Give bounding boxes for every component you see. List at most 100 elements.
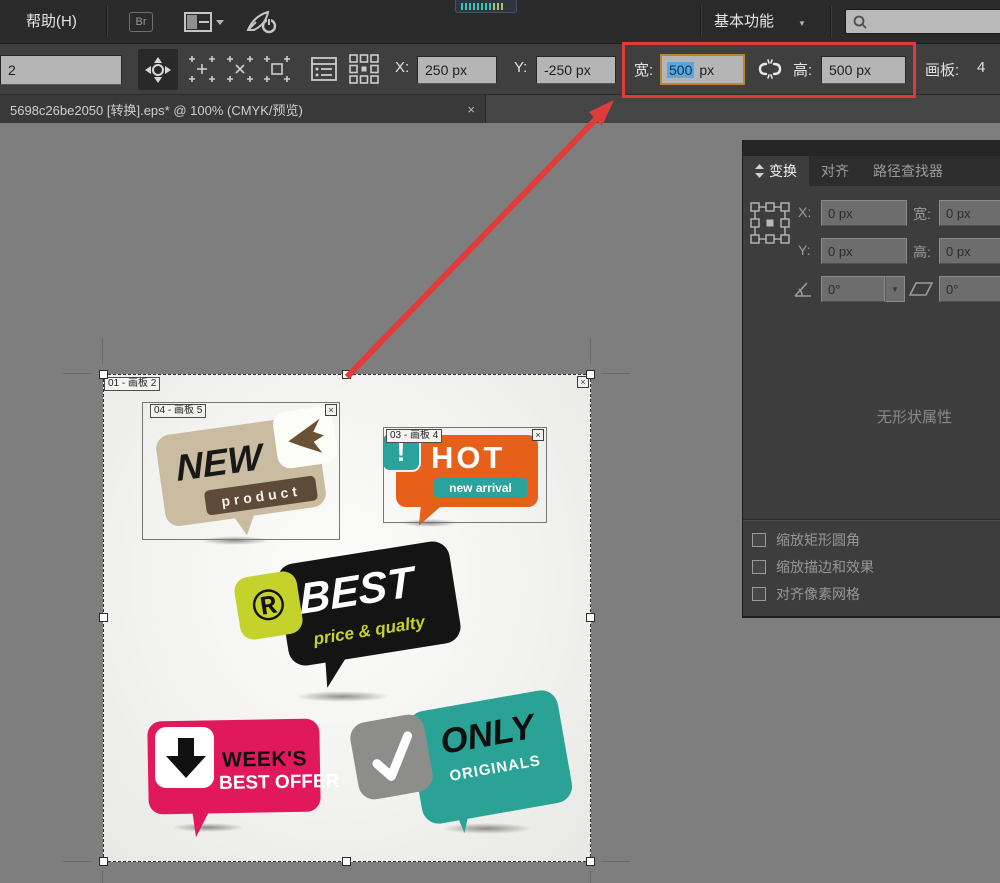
sub-artboard-label[interactable]: 03 - 画板 4 <box>386 429 442 443</box>
list-icon <box>311 57 337 81</box>
move-tool-button[interactable] <box>138 49 178 90</box>
rocket-icon <box>244 8 278 36</box>
search-box[interactable] <box>845 9 1000 34</box>
menubar-divider <box>700 6 701 38</box>
panel-width-label: 宽: <box>913 204 931 224</box>
chevron-down-icon: ▼ <box>891 285 899 294</box>
checkbox[interactable] <box>752 533 766 547</box>
artboard-convert-button[interactable] <box>261 52 293 86</box>
checkbox-row-scale-strokes[interactable]: 缩放描边和效果 <box>752 557 874 577</box>
no-shape-properties-text: 无形状属性 <box>828 406 1000 427</box>
tab-align[interactable]: 对齐 <box>809 156 861 186</box>
menu-bar: 帮助(H) Br 基本功能 <box>0 0 1000 44</box>
checkbox-label: 缩放描边和效果 <box>776 557 874 577</box>
selection-handle[interactable] <box>99 370 108 379</box>
bridge-button[interactable]: Br <box>129 12 153 32</box>
tab-transform[interactable]: 变换 <box>743 156 809 186</box>
panel-header-strip[interactable] <box>743 140 1000 156</box>
selection-handle[interactable] <box>586 370 595 379</box>
illustrator-window: 帮助(H) Br 基本功能 <box>0 0 1000 883</box>
crop-mark <box>102 871 103 883</box>
badge-registered-box: ® <box>232 569 304 641</box>
menubar-divider <box>106 6 107 38</box>
workspace-layout-icon <box>184 12 224 32</box>
rearrange-artboards-button[interactable] <box>346 50 382 88</box>
rotate-dropdown-button[interactable]: ▼ <box>885 276 905 302</box>
checkbox[interactable] <box>752 560 766 574</box>
tab-label: 路径查找器 <box>873 161 943 181</box>
badge-tail <box>325 650 353 688</box>
artboard-plus-icon <box>188 55 216 83</box>
shear-angle-icon <box>909 281 933 302</box>
checkbox-label: 缩放矩形圆角 <box>776 530 860 550</box>
artboard-label[interactable]: 01 - 画板 2 <box>104 377 160 391</box>
selection-handle[interactable] <box>99 613 108 622</box>
panel-height-label: 高: <box>913 242 931 262</box>
selection-handle[interactable] <box>586 857 595 866</box>
artboard-grid-icon <box>348 53 380 85</box>
checkmark-icon <box>359 725 424 790</box>
crop-mark <box>590 338 591 364</box>
reference-point-locator[interactable] <box>750 202 790 249</box>
selection-handle[interactable] <box>342 857 351 866</box>
panel-height-input[interactable]: 0 px <box>939 238 1000 264</box>
panel-width-input[interactable]: 0 px <box>939 200 1000 226</box>
artboard-square-icon <box>263 55 291 83</box>
crop-mark <box>102 338 103 364</box>
artboard-options-button[interactable] <box>308 52 340 86</box>
crop-mark <box>601 861 630 862</box>
sub-artboard-close-icon[interactable]: × <box>532 429 544 441</box>
selection-handle[interactable] <box>99 857 108 866</box>
workspace-selector[interactable]: 基本功能 <box>714 0 774 44</box>
crop-mark <box>63 861 92 862</box>
checkbox[interactable] <box>752 587 766 601</box>
performance-meter-widget <box>455 0 517 13</box>
move-icon <box>145 57 171 83</box>
checkbox-row-scale-corners[interactable]: 缩放矩形圆角 <box>752 530 860 550</box>
shear-input[interactable]: 0° <box>939 276 1000 302</box>
down-arrow-icon <box>162 736 208 780</box>
name-input[interactable]: 2 <box>0 55 122 85</box>
artboard-add-button[interactable] <box>186 52 218 86</box>
tab-label: 变换 <box>769 161 797 181</box>
artboard-count-label: 画板: <box>925 59 959 80</box>
y-label: Y: <box>514 59 527 76</box>
rotate-input[interactable]: 0° <box>821 276 885 302</box>
document-tab-bar: 5698c26be2050 [转换].eps* @ 100% (CMYK/预览)… <box>0 95 1000 123</box>
tab-close-icon[interactable]: × <box>467 102 475 117</box>
document-tab[interactable]: 5698c26be2050 [转换].eps* @ 100% (CMYK/预览)… <box>0 95 486 123</box>
checkbox-row-align-pixel-grid[interactable]: 对齐像素网格 <box>752 584 860 604</box>
sub-artboard-label[interactable]: 04 - 画板 5 <box>150 404 206 418</box>
artboard-cross-icon <box>226 55 254 83</box>
x-input[interactable]: 250 px <box>417 56 497 84</box>
panel-x-label: X: <box>798 204 811 220</box>
y-input[interactable]: -250 px <box>536 56 616 84</box>
panel-y-input[interactable]: 0 px <box>821 238 907 264</box>
selection-handle[interactable] <box>342 370 351 379</box>
badge-arrow-box <box>155 727 214 788</box>
collapse-icon <box>755 164 764 178</box>
badge-shadow <box>295 691 390 702</box>
sub-artboard-close-icon[interactable]: × <box>325 404 337 416</box>
x-label: X: <box>395 59 409 76</box>
sub-artboard-new[interactable] <box>142 402 340 540</box>
menu-help[interactable]: 帮助(H) <box>26 0 77 44</box>
cs-live-button[interactable] <box>244 8 278 41</box>
artboard-delete-button[interactable] <box>224 52 256 86</box>
reference-point-icon <box>750 202 790 244</box>
chevron-down-icon[interactable]: ▼ <box>798 19 806 28</box>
checkbox-label: 对齐像素网格 <box>776 584 860 604</box>
workspace-switcher-button[interactable] <box>184 12 224 37</box>
rotate-angle-icon <box>793 280 815 303</box>
tab-label: 对齐 <box>821 161 849 181</box>
selection-handle[interactable] <box>586 613 595 622</box>
crop-mark <box>590 871 591 883</box>
tab-pathfinder[interactable]: 路径查找器 <box>861 156 955 186</box>
crop-mark <box>601 373 630 374</box>
panel-tab-bar: 变换 对齐 路径查找器 <box>743 156 1000 186</box>
crop-mark <box>63 373 92 374</box>
panel-x-input[interactable]: 0 px <box>821 200 907 226</box>
artboard-count-value: 4 <box>977 59 985 76</box>
panel-divider <box>743 519 1000 520</box>
document-title: 5698c26be2050 [转换].eps* @ 100% (CMYK/预览) <box>10 100 303 119</box>
